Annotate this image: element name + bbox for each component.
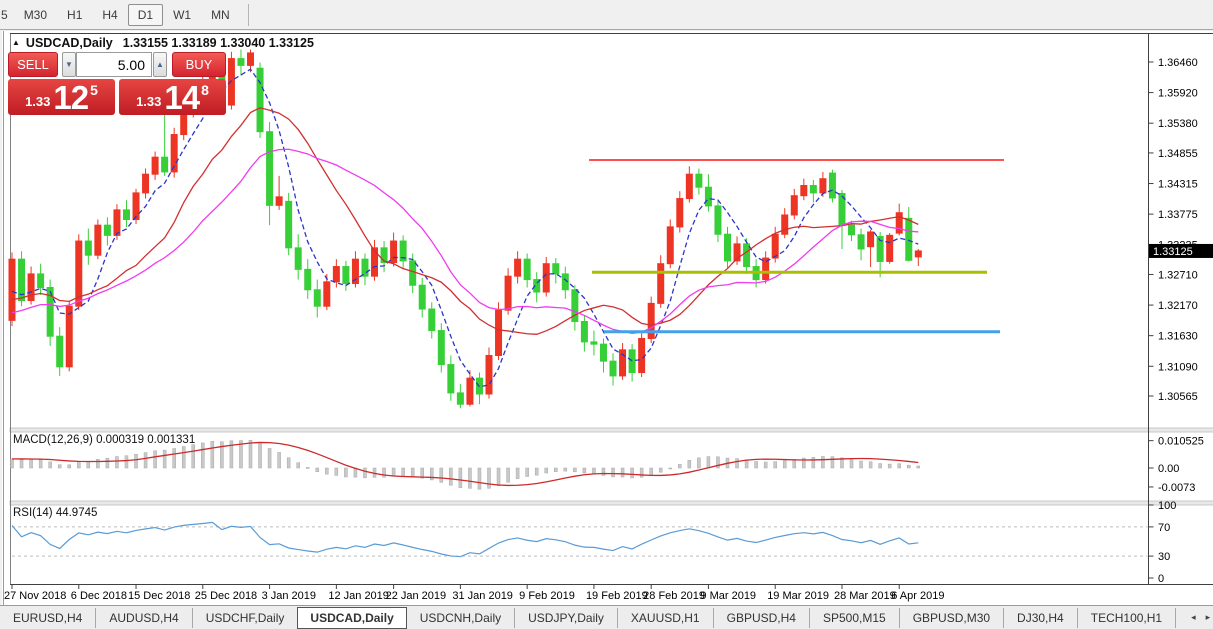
svg-text:0.00: 0.00 bbox=[1158, 463, 1179, 475]
buy-button[interactable]: BUY bbox=[172, 52, 226, 77]
svg-text:0: 0 bbox=[1158, 573, 1164, 585]
svg-text:22 Jan 2019: 22 Jan 2019 bbox=[386, 590, 447, 602]
tab-ukoil-h[interactable]: UKOil,H bbox=[1175, 608, 1189, 628]
timeframe-m30[interactable]: M30 bbox=[14, 4, 57, 26]
sell-price-pips: 12 bbox=[53, 84, 88, 112]
svg-text:19 Mar 2019: 19 Mar 2019 bbox=[767, 590, 829, 602]
svg-text:12 Jan 2019: 12 Jan 2019 bbox=[328, 590, 389, 602]
timeframe-w1[interactable]: W1 bbox=[163, 4, 201, 26]
svg-text:27 Nov 2018: 27 Nov 2018 bbox=[4, 590, 66, 602]
svg-text:9 Mar 2019: 9 Mar 2019 bbox=[700, 590, 756, 602]
tabs-scroll-left-icon[interactable]: ◂ bbox=[1191, 612, 1196, 623]
svg-text:15 Dec 2018: 15 Dec 2018 bbox=[128, 590, 190, 602]
current-price-tag: 1.33125 bbox=[1149, 244, 1213, 258]
symbol-tab-bar: EURUSD,H4AUDUSD,H4USDCHF,DailyUSDCAD,Dai… bbox=[0, 605, 1213, 629]
chart-window: 1.364601.359201.353801.348551.343151.337… bbox=[2, 31, 1213, 605]
svg-text:-0.0073: -0.0073 bbox=[1158, 482, 1195, 494]
tab-usdcad-daily[interactable]: USDCAD,Daily bbox=[297, 607, 406, 629]
buy-price-figure: 1.33 bbox=[136, 94, 161, 109]
svg-text:25 Dec 2018: 25 Dec 2018 bbox=[195, 590, 257, 602]
volume-decrease-button[interactable]: ▼ bbox=[62, 52, 76, 77]
svg-text:30: 30 bbox=[1158, 551, 1170, 563]
tab-tech100-h1[interactable]: TECH100,H1 bbox=[1077, 608, 1175, 628]
svg-text:1.30565: 1.30565 bbox=[1158, 391, 1198, 403]
tab-eurusd-h4[interactable]: EURUSD,H4 bbox=[0, 608, 95, 628]
svg-text:19 Feb 2019: 19 Feb 2019 bbox=[586, 590, 648, 602]
svg-text:1.31630: 1.31630 bbox=[1158, 331, 1198, 343]
one-click-trade-panel: SELL ▼ ▲ BUY 1.33 12 5 1.33 14 8 bbox=[8, 50, 226, 115]
volume-input[interactable] bbox=[76, 52, 152, 77]
svg-text:3 Jan 2019: 3 Jan 2019 bbox=[262, 590, 316, 602]
buy-price-point: 8 bbox=[201, 82, 209, 98]
sell-price-point: 5 bbox=[90, 82, 98, 98]
svg-text:1.34315: 1.34315 bbox=[1158, 179, 1198, 191]
timeframe-h4[interactable]: H4 bbox=[92, 4, 127, 26]
svg-text:28 Feb 2019: 28 Feb 2019 bbox=[643, 590, 705, 602]
timeframe-d1[interactable]: D1 bbox=[128, 4, 163, 26]
timeframe-h1[interactable]: H1 bbox=[57, 4, 92, 26]
svg-text:100: 100 bbox=[1158, 500, 1176, 512]
volume-increase-button[interactable]: ▲ bbox=[153, 52, 167, 77]
tab-dj30-h4[interactable]: DJ30,H4 bbox=[1003, 608, 1077, 628]
svg-text:1.32170: 1.32170 bbox=[1158, 300, 1198, 312]
timeframe-mn[interactable]: MN bbox=[201, 4, 240, 26]
buy-price-tile[interactable]: 1.33 14 8 bbox=[119, 79, 226, 115]
tab-audusd-h4[interactable]: AUDUSD,H4 bbox=[95, 608, 191, 628]
svg-text:0.010525: 0.010525 bbox=[1158, 436, 1204, 448]
svg-text:1.31090: 1.31090 bbox=[1158, 361, 1198, 373]
sell-price-tile[interactable]: 1.33 12 5 bbox=[8, 79, 115, 115]
timeframe-toolbar: 5M30H1H4D1W1MN bbox=[0, 0, 1213, 30]
svg-text:1.32710: 1.32710 bbox=[1158, 269, 1198, 281]
svg-text:31 Jan 2019: 31 Jan 2019 bbox=[452, 590, 513, 602]
timeframe-5[interactable]: 5 bbox=[0, 4, 14, 26]
svg-text:1.33775: 1.33775 bbox=[1158, 209, 1198, 221]
toolbar-separator bbox=[248, 4, 249, 26]
tab-usdcnh-daily[interactable]: USDCNH,Daily bbox=[407, 608, 514, 628]
svg-text:1.34855: 1.34855 bbox=[1158, 148, 1198, 160]
svg-text:6 Apr 2019: 6 Apr 2019 bbox=[891, 590, 944, 602]
svg-text:28 Mar 2019: 28 Mar 2019 bbox=[834, 590, 896, 602]
svg-text:1.35380: 1.35380 bbox=[1158, 118, 1198, 130]
tab-gbpusd-h4[interactable]: GBPUSD,H4 bbox=[713, 608, 809, 628]
tab-xauusd-h1[interactable]: XAUUSD,H1 bbox=[617, 608, 713, 628]
tabs-scroll-right-icon[interactable]: ▸ bbox=[1206, 612, 1211, 623]
buy-price-pips: 14 bbox=[164, 84, 199, 112]
tab-gbpusd-m30[interactable]: GBPUSD,M30 bbox=[899, 608, 1003, 628]
svg-text:1.36460: 1.36460 bbox=[1158, 57, 1198, 69]
tab-usdjpy-daily[interactable]: USDJPY,Daily bbox=[514, 608, 617, 628]
svg-text:70: 70 bbox=[1158, 522, 1170, 534]
sell-button[interactable]: SELL bbox=[8, 52, 58, 77]
tab-sp500-m15[interactable]: SP500,M15 bbox=[809, 608, 899, 628]
tab-usdchf-daily[interactable]: USDCHF,Daily bbox=[192, 608, 298, 628]
svg-text:6 Dec 2018: 6 Dec 2018 bbox=[71, 590, 127, 602]
sell-price-figure: 1.33 bbox=[25, 94, 50, 109]
svg-text:9 Feb 2019: 9 Feb 2019 bbox=[519, 590, 575, 602]
svg-text:1.35920: 1.35920 bbox=[1158, 88, 1198, 100]
svg-text:1.33125: 1.33125 bbox=[1153, 246, 1193, 258]
chart-canvas[interactable]: 1.364601.359201.353801.348551.343151.337… bbox=[2, 31, 1213, 605]
